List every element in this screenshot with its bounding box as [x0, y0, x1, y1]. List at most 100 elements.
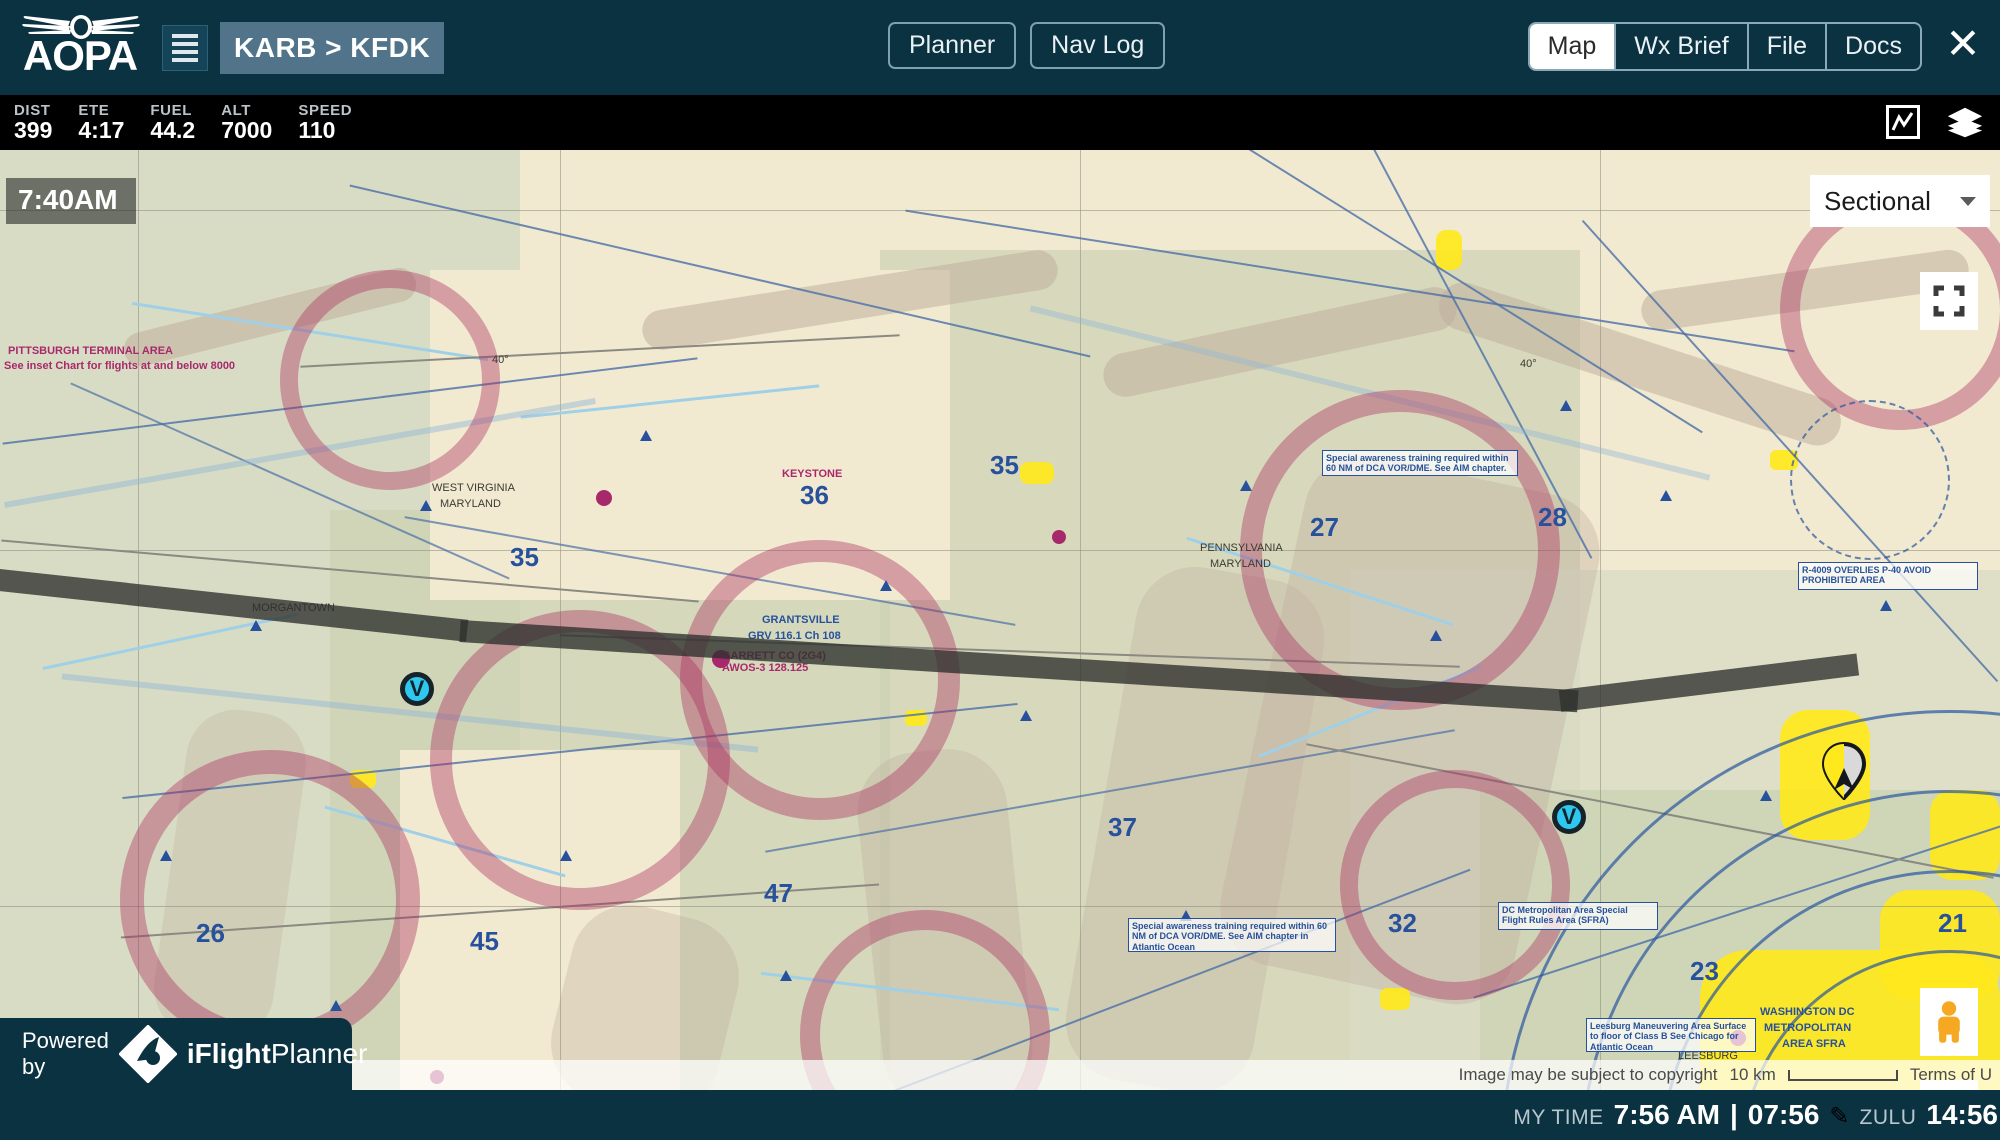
route-title-text: KARB > KFDK: [234, 31, 431, 63]
time-24h-value: 07:56: [1747, 1099, 1820, 1130]
stat-speed: SPEED 110: [298, 101, 353, 144]
terms-of-use-link[interactable]: Terms of U: [1910, 1065, 1992, 1085]
stat-alt: ALT 7000: [221, 101, 273, 144]
stat-value: 7000: [221, 117, 273, 144]
map-canvas: PITTSBURGH TERMINAL AREA See inset Chart …: [0, 150, 2000, 1090]
stats-bar-icons: [1886, 105, 1984, 139]
map-layers-icon[interactable]: [1946, 105, 1984, 139]
tab-file[interactable]: File: [1749, 24, 1828, 69]
flight-stats-bar: DIST 399 ETE 4:17 FUEL 44.2 ALT 7000 SPE…: [0, 95, 2000, 150]
stat-label: ETE: [78, 101, 110, 119]
chart-type-label: Sectional: [1824, 185, 1931, 216]
sector-elevation-number: 45: [470, 926, 499, 956]
planner-button[interactable]: Planner: [888, 22, 1017, 69]
tab-wx-brief[interactable]: Wx Brief: [1616, 24, 1749, 69]
iflightplanner-branding: Powered by iFlightPlanner: [0, 1018, 367, 1090]
waypoint-vor-1[interactable]: V: [400, 672, 434, 706]
time-group: MY TIME 7:56 AM | 07:56 ✎ ZULU 14:56: [1513, 1099, 2000, 1131]
street-view-pegman-icon[interactable]: [1920, 988, 1978, 1056]
nav-log-button[interactable]: Nav Log: [1030, 22, 1166, 69]
sector-elevation-number: 37: [1108, 812, 1137, 842]
sector-elevation-number: 23: [1690, 956, 1719, 986]
waypoint-label: V: [409, 676, 425, 701]
stat-ete: ETE 4:17: [78, 101, 125, 144]
chart-notice-box: Special awareness training required with…: [1322, 450, 1518, 476]
chart-label: AREA SFRA: [1782, 1038, 1846, 1050]
chart-label: See inset Chart for flights at and below…: [4, 360, 236, 372]
stat-value: 4:17: [78, 117, 125, 144]
scale-label: 10 km: [1729, 1065, 1776, 1084]
header-action-buttons: Planner Nav Log: [888, 22, 1166, 69]
hamburger-bar: [172, 41, 198, 46]
fullscreen-icon[interactable]: [1920, 272, 1978, 330]
waypoint-vor-2[interactable]: V: [1552, 800, 1586, 834]
chart-notice-box: Leesburg Maneuvering Area Surface to flo…: [1586, 1018, 1756, 1052]
close-icon[interactable]: ✕: [1940, 22, 1986, 68]
stat-label: ALT: [221, 101, 252, 119]
iflightplanner-logo-icon: [118, 1024, 178, 1084]
hamburger-bar: [172, 33, 198, 38]
hamburger-menu-button[interactable]: [162, 24, 208, 71]
chart-label: 40°: [1520, 358, 1537, 370]
sector-elevation-number: 27: [1310, 512, 1339, 542]
stat-label: FUEL: [150, 101, 192, 119]
chart-label: PENNSYLVANIA: [1200, 542, 1283, 554]
chart-label: GRANTSVILLE: [762, 614, 840, 626]
stat-value: 110: [298, 117, 336, 144]
destination-pin[interactable]: [1821, 741, 1867, 801]
sector-elevation-number: 47: [764, 878, 793, 908]
chart-notice-box: R-4009 OVERLIES P-40 AVOID PROHIBITED AR…: [1798, 562, 1978, 590]
tab-map[interactable]: Map: [1529, 24, 1617, 69]
flight-stats-list: DIST 399 ETE 4:17 FUEL 44.2 ALT 7000 SPE…: [0, 101, 353, 144]
scale-bar: [1787, 1069, 1898, 1081]
brand-bold: iFlight: [186, 1038, 271, 1069]
chevron-down-icon: [1960, 196, 1976, 206]
sector-elevation-number: 28: [1538, 502, 1567, 532]
route-title-button[interactable]: KARB > KFDK: [220, 21, 445, 74]
chart-notice-box: DC Metropolitan Area Special Flight Rule…: [1498, 902, 1658, 930]
profile-view-icon[interactable]: [1886, 105, 1920, 139]
chart-notice-box: Special awareness training required with…: [1128, 918, 1336, 952]
sector-elevation-number: 26: [196, 918, 225, 948]
sector-elevation-number: 35: [510, 542, 539, 572]
view-tab-group: Map Wx Brief File Docs: [1527, 22, 1922, 71]
sectional-chart-map[interactable]: PITTSBURGH TERMINAL AREA See inset Chart …: [0, 150, 2000, 1090]
hamburger-bar: [172, 57, 198, 62]
aopa-logo[interactable]: AOPA: [0, 12, 146, 84]
chart-label: AWOS-3 128.125: [722, 662, 809, 674]
chart-label: MARYLAND: [440, 498, 501, 510]
zulu-label: ZULU: [1859, 1106, 1917, 1129]
copyright-notice: Image may be subject to copyright: [1458, 1065, 1718, 1084]
stat-value: 399: [14, 117, 53, 144]
my-time-value: 7:56 AM: [1613, 1099, 1720, 1130]
chart-label: PITTSBURGH TERMINAL AREA: [8, 345, 173, 357]
brand-light: Planner: [270, 1038, 368, 1069]
chart-label: MARYLAND: [1210, 558, 1271, 570]
aopa-wordmark: AOPA: [22, 31, 138, 79]
stat-value: 44.2: [150, 117, 196, 144]
pencil-edit-icon[interactable]: ✎: [1829, 1102, 1849, 1131]
chart-label: 40°: [492, 354, 509, 366]
hamburger-bar: [172, 49, 198, 54]
app-root: AOPA KARB > KFDK Planner Nav Log Map Wx …: [0, 0, 2000, 1140]
time-status-bar: MY TIME 7:56 AM | 07:56 ✎ ZULU 14:56: [0, 1090, 2000, 1140]
chart-label: METROPOLITAN: [1764, 1022, 1852, 1034]
stat-fuel: FUEL 44.2: [150, 101, 196, 144]
chart-label: WASHINGTON DC: [1760, 1006, 1855, 1018]
stat-label: SPEED: [298, 101, 353, 119]
chart-type-dropdown[interactable]: Sectional: [1810, 175, 1990, 227]
my-time-label: MY TIME: [1513, 1106, 1604, 1129]
time-separator: |: [1729, 1099, 1738, 1130]
chart-label: KEYSTONE: [782, 468, 843, 480]
app-header: AOPA KARB > KFDK Planner Nav Log Map Wx …: [0, 0, 2000, 95]
sector-elevation-number: 21: [1938, 908, 1967, 938]
waypoint-label: V: [1561, 804, 1577, 829]
stat-dist: DIST 399: [14, 101, 53, 144]
stat-label: DIST: [14, 101, 51, 119]
zulu-value: 14:56: [1926, 1099, 1998, 1130]
departure-time-chip: 7:40AM: [6, 178, 136, 224]
powered-by-label: Powered by: [22, 1028, 109, 1079]
sector-elevation-number: 36: [800, 480, 829, 510]
tab-docs[interactable]: Docs: [1827, 24, 1920, 69]
sector-elevation-number: 35: [990, 450, 1019, 480]
